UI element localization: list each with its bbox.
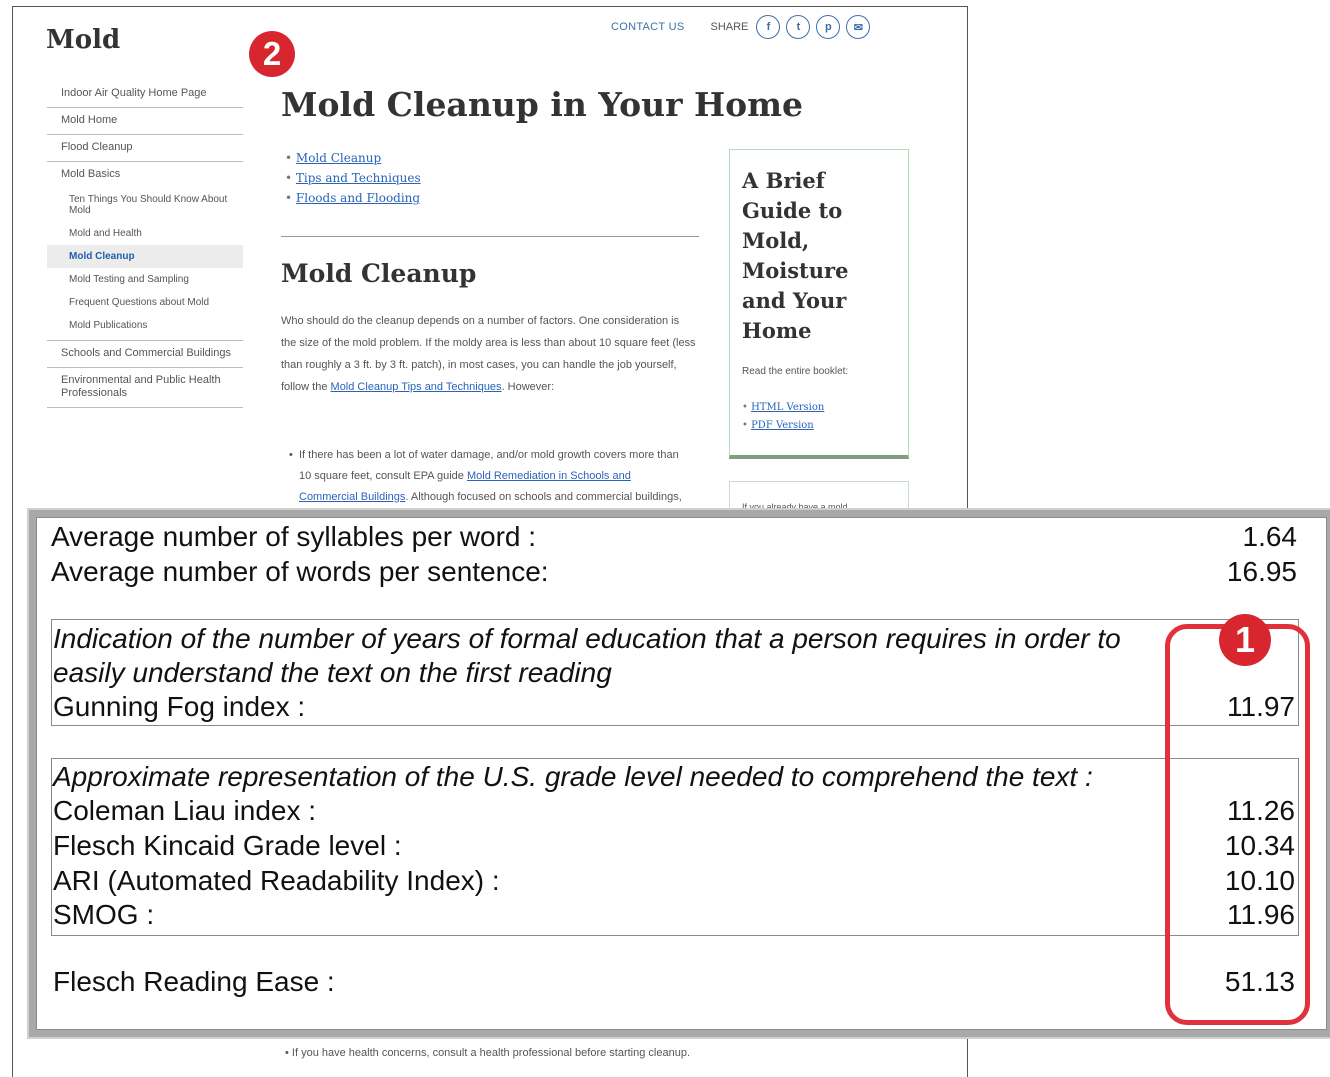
stat-row-smog: SMOG : 11.96: [53, 898, 1295, 932]
share-label: SHARE: [710, 21, 749, 33]
sidebar-item-flood-cleanup[interactable]: Flood Cleanup: [47, 135, 243, 162]
stat-row-gunning-fog: Gunning Fog index : 11.97: [53, 690, 1295, 724]
stat-label: SMOG :: [53, 899, 155, 930]
sidebar-sub-ten-things[interactable]: Ten Things You Should Know About Mold: [47, 188, 243, 222]
stat-value: 16.95: [1226, 556, 1297, 587]
sidebar-sub-faq[interactable]: Frequent Questions about Mold: [47, 291, 243, 314]
html-version-link[interactable]: HTML Version: [751, 402, 824, 413]
toc-link-mold-cleanup[interactable]: Mold Cleanup: [296, 151, 381, 165]
sidebar-sub-mold-health[interactable]: Mold and Health: [47, 222, 243, 245]
contact-us-link[interactable]: CONTACT US: [611, 21, 685, 33]
stat-value: 1.64: [1242, 521, 1298, 552]
stat-label: Coleman Liau index :: [53, 795, 317, 826]
stat-label: Flesch Kincaid Grade level :: [53, 830, 402, 861]
guide-links: HTML Version PDF Version: [742, 399, 896, 435]
guide-title: A Brief Guide to Mold, Moisture and Your…: [742, 168, 849, 343]
sidebar-item-mold-basics[interactable]: Mold Basics: [47, 162, 243, 188]
site-title: Mold: [46, 25, 121, 55]
guide-read-label: Read the entire booklet:: [742, 366, 849, 377]
callout-badge-1: 1: [1219, 614, 1271, 666]
sidebar-nav: Indoor Air Quality Home Page Mold Home F…: [47, 81, 243, 408]
email-icon[interactable]: ✉: [846, 15, 871, 39]
sidebar-sub-testing[interactable]: Mold Testing and Sampling: [47, 268, 243, 291]
twitter-icon[interactable]: t: [786, 15, 811, 39]
stat-row-syllables: Average number of syllables per word : 1…: [51, 520, 1297, 554]
stat-label: Flesch Reading Ease :: [53, 966, 335, 997]
section-heading: Mold Cleanup: [281, 259, 477, 288]
callout-badge-2: 2: [249, 31, 295, 77]
sidebar-item-schools[interactable]: Schools and Commercial Buildings: [47, 341, 243, 368]
toc-link-tips[interactable]: Tips and Techniques: [296, 171, 421, 185]
grade-note: Approximate representation of the U.S. g…: [53, 761, 1093, 792]
stat-label: Average number of words per sentence:: [51, 556, 549, 587]
sidebar-sub-publications[interactable]: Mold Publications: [47, 314, 243, 341]
pinterest-icon[interactable]: p: [816, 15, 841, 39]
sidebar-item-mold-home[interactable]: Mold Home: [47, 108, 243, 135]
stat-row-flesch-ease: Flesch Reading Ease : 51.13: [53, 965, 1295, 999]
readability-panel: Average number of syllables per word : 1…: [36, 517, 1327, 1030]
body-paragraph: Who should do the cleanup depends on a n…: [281, 315, 696, 393]
sidebar-sub-mold-cleanup[interactable]: Mold Cleanup: [47, 245, 243, 268]
toc-link-floods[interactable]: Floods and Flooding: [296, 191, 420, 205]
stat-row-flesch-kincaid: Flesch Kincaid Grade level : 10.34: [53, 829, 1295, 863]
fog-note-line1: Indication of the number of years of for…: [53, 623, 1121, 688]
stat-label: Average number of syllables per word :: [51, 521, 537, 552]
sidebar-item-env-health[interactable]: Environmental and Public Health Professi…: [47, 368, 243, 408]
page-title: Mold Cleanup in Your Home: [281, 85, 804, 124]
values-highlight-box: [1165, 624, 1310, 1025]
stat-label: ARI (Automated Readability Index) :: [53, 865, 500, 896]
facebook-icon[interactable]: f: [756, 15, 781, 39]
sidebar-item-iaq-home[interactable]: Indoor Air Quality Home Page: [47, 81, 243, 108]
stat-row-coleman-liau: Coleman Liau index : 11.26: [53, 794, 1295, 828]
stat-label: Gunning Fog index :: [53, 691, 306, 722]
stat-row-words: Average number of words per sentence: 16…: [51, 555, 1297, 589]
guide-sidebar-box: A Brief Guide to Mold, Moisture and Your…: [729, 149, 909, 459]
top-utility-bar: CONTACT US SHARE f t p ✉: [611, 15, 876, 39]
table-of-contents: Mold Cleanup Tips and Techniques Floods …: [285, 151, 421, 211]
divider: [281, 236, 699, 237]
pdf-version-link[interactable]: PDF Version: [751, 420, 814, 431]
tips-link[interactable]: Mold Cleanup Tips and Techniques: [331, 381, 502, 393]
stat-row-ari: ARI (Automated Readability Index) : 10.1…: [53, 864, 1295, 898]
health-concerns-bullet: • If you have health concerns, consult a…: [285, 1047, 691, 1059]
